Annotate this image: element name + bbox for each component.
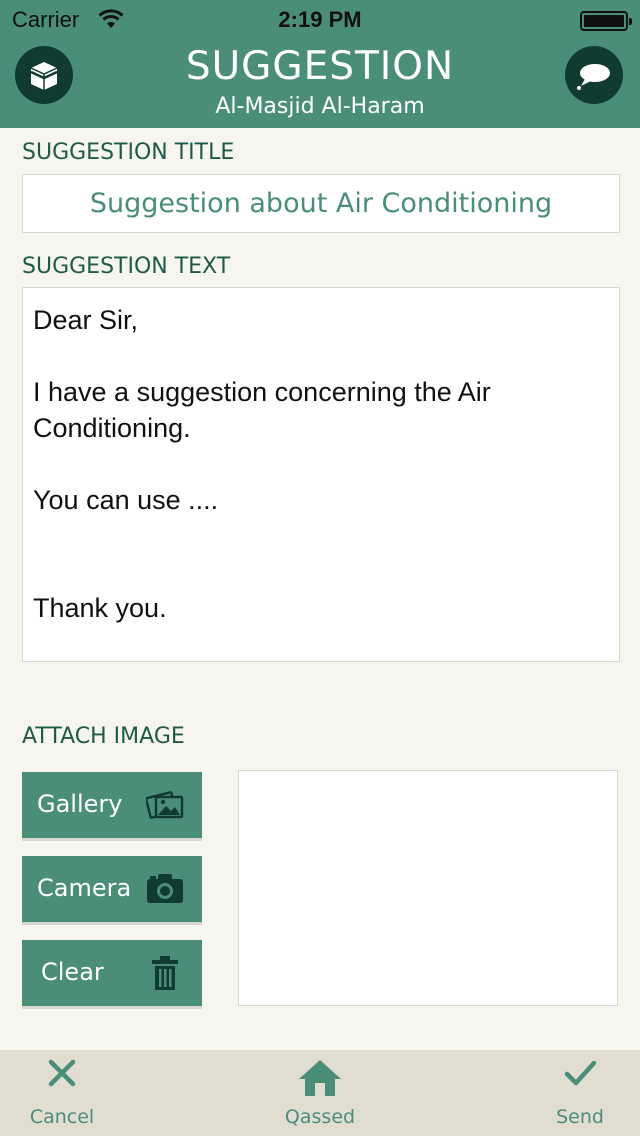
- suggestion-title-label: SUGGESTION TITLE: [22, 140, 235, 165]
- camera-button[interactable]: Camera: [22, 856, 202, 922]
- attach-image-label: ATTACH IMAGE: [22, 724, 185, 749]
- tab-home-label: Qassed: [284, 1106, 356, 1128]
- trash-icon: [152, 956, 178, 990]
- gallery-button[interactable]: Gallery: [22, 772, 202, 838]
- page-subtitle: Al-Masjid Al-Haram: [215, 94, 425, 119]
- tab-bar: Cancel Qassed Send: [0, 1050, 640, 1136]
- suggestion-title-input[interactable]: Suggestion about Air Conditioning: [22, 174, 620, 233]
- tab-send[interactable]: Send: [520, 1050, 640, 1136]
- header: Carrier 2:19 PM SUGGESTION Al-Masjid Al-…: [0, 0, 640, 128]
- gallery-button-label: Gallery: [37, 790, 123, 818]
- checkmark-icon: [564, 1060, 597, 1086]
- camera-icon: [147, 874, 183, 903]
- tab-send-label: Send: [556, 1106, 604, 1128]
- camera-button-label: Camera: [37, 874, 132, 902]
- tab-cancel-label: Cancel: [29, 1106, 95, 1128]
- status-bar: Carrier 2:19 PM: [0, 0, 640, 40]
- gallery-icon: [146, 791, 184, 819]
- clear-button-label: Clear: [41, 958, 104, 986]
- chat-button[interactable]: [565, 46, 623, 104]
- suggestion-text-area[interactable]: Dear Sir, I have a suggestion concerning…: [22, 287, 620, 662]
- image-preview: [238, 770, 618, 1006]
- close-icon: [48, 1059, 76, 1087]
- suggestion-text-label: SUGGESTION TEXT: [22, 254, 231, 279]
- page-title: SUGGESTION: [185, 44, 455, 89]
- speech-bubble-icon: [577, 64, 610, 90]
- tab-home[interactable]: Qassed: [260, 1050, 380, 1136]
- home-icon: [299, 1060, 341, 1096]
- clear-button[interactable]: Clear: [22, 940, 202, 1006]
- status-time: 2:19 PM: [278, 7, 362, 32]
- battery-icon: [580, 11, 632, 31]
- tab-cancel[interactable]: Cancel: [0, 1050, 124, 1136]
